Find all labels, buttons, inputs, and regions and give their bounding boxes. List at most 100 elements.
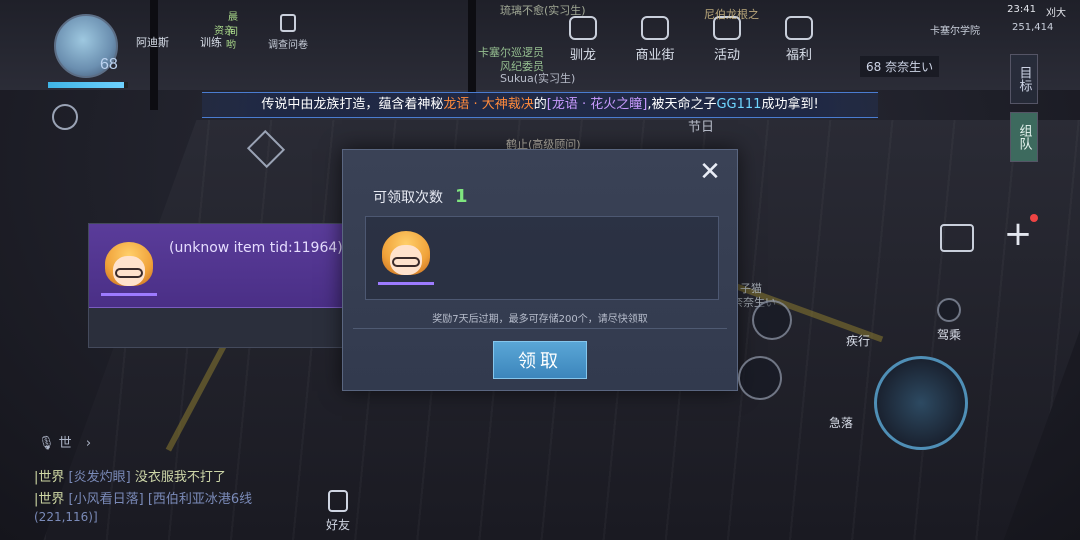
announcement-banner: 传说中由龙族打造，蕴含着神秘龙语 · 大神裁决的[龙语 · 花火之瞳],被天命之… xyxy=(202,92,878,118)
top-menu: 驯龙 商业街 活动 福利 xyxy=(560,16,822,63)
person-icon xyxy=(328,490,348,512)
steering-wheel-icon xyxy=(937,298,961,322)
banner-text-1: 传说中由龙族打造，蕴含着神秘 xyxy=(261,97,444,112)
banner-text-4: [龙语 · 花火之瞳] xyxy=(546,97,648,112)
item-tooltip: (unknow item tid:11964) xyxy=(88,223,366,348)
chat-user[interactable]: [小风看日落] xyxy=(69,492,144,507)
tooltip-item-slot xyxy=(101,240,157,296)
chat-channel: |世界 xyxy=(34,470,65,485)
jump-icon xyxy=(982,400,1012,430)
running-icon xyxy=(844,300,872,328)
toolbox-icon[interactable] xyxy=(940,224,974,252)
gift-icon xyxy=(785,16,813,40)
team-count: 68 xyxy=(866,60,882,74)
eye-icon[interactable] xyxy=(52,104,78,130)
jump-button[interactable] xyxy=(982,400,1012,434)
claim-count-value: 1 xyxy=(455,186,468,207)
drive-button[interactable]: 驾乘 xyxy=(926,298,972,343)
cart-icon xyxy=(641,16,669,40)
reward-items-box xyxy=(365,216,719,300)
banner-text-7: 成功拿到! xyxy=(761,97,819,112)
banner-text-2: 龙语 · 大神裁决 xyxy=(443,97,534,112)
lamp-post xyxy=(468,0,476,100)
chat-panel[interactable]: |世界 [炎发灼眼] 没衣服我不打了 |世界 [小风看日落] [西伯利亚冰港6线… xyxy=(34,466,252,532)
banner-text-3: 的 xyxy=(533,97,547,112)
tab-team[interactable]: 组队 xyxy=(1010,112,1038,162)
tab-target[interactable]: 目标 xyxy=(1010,54,1038,104)
skill-button-extra[interactable] xyxy=(914,466,944,500)
team-name: 奈奈生い xyxy=(885,60,934,74)
world-label: 琉璃不愈(实习生) xyxy=(500,4,586,17)
portrait-glasses xyxy=(392,257,420,267)
crossed-swords-icon xyxy=(738,356,782,400)
target-button[interactable] xyxy=(752,300,792,344)
item-portrait xyxy=(378,229,434,285)
dodge-label: 急落 xyxy=(828,416,853,430)
banner-text-6: GG111 xyxy=(716,97,762,112)
survey-button[interactable]: 调查问卷 xyxy=(268,14,308,51)
chat-coord[interactable]: (221,116)] xyxy=(34,510,252,532)
reward-dialog: ✕ 可领取次数 1 奖励7天后过期，最多可存储200个，请尽快领取 领取 xyxy=(342,149,738,391)
kick-icon xyxy=(914,466,944,496)
friends-label: 好友 xyxy=(326,518,351,532)
sprint-label: 疾行 xyxy=(845,334,870,348)
status-bar: 23:41 刈大 xyxy=(1007,4,1066,19)
dash-icon xyxy=(826,380,856,410)
voice-channel: 世 xyxy=(58,436,72,451)
location-coords: 251,414 xyxy=(1012,22,1054,33)
chat-message[interactable]: [西伯利亚冰港6线 xyxy=(148,492,252,507)
chat-user[interactable]: [炎发灼眼] xyxy=(69,470,131,485)
world-label: 尼伯龙根之 xyxy=(704,8,759,21)
portrait-glasses xyxy=(115,268,143,278)
close-icon[interactable]: ✕ xyxy=(697,159,723,186)
reward-item-slot[interactable] xyxy=(378,229,434,285)
dodge-button[interactable]: 急落 xyxy=(816,380,866,431)
player-avatar[interactable] xyxy=(48,10,128,90)
player-hp-fill xyxy=(48,82,124,88)
menu-label: 活动 xyxy=(713,48,740,63)
chat-line: |世界 [小风看日落] [西伯利亚冰港6线 xyxy=(34,488,252,510)
player-level: 68 xyxy=(100,56,118,73)
dragon-icon xyxy=(569,16,597,40)
player-hp-bar xyxy=(48,82,128,88)
menu-event[interactable]: 活动 xyxy=(704,16,750,63)
world-label: Sukua(实习生) xyxy=(500,72,576,85)
survey-label: 调查问卷 xyxy=(268,40,308,51)
status-time: 23:41 xyxy=(1007,4,1036,15)
drive-label: 驾乘 xyxy=(936,328,961,342)
tooltip-item-name: (unknow item tid:11964) xyxy=(169,240,343,256)
microphone-icon: 🎙 xyxy=(38,436,55,451)
chat-line: |世界 [炎发灼眼] 没衣服我不打了 xyxy=(34,466,252,488)
voice-chat-toggle[interactable]: 🎙 世 › xyxy=(38,432,91,451)
clipboard-icon xyxy=(280,14,296,32)
team-indicator[interactable]: 68 奈奈生い xyxy=(860,56,940,77)
menu-label: 驯龙 xyxy=(569,48,596,63)
world-label: 节日 xyxy=(688,120,715,135)
friends-button[interactable]: 好友 xyxy=(326,490,350,533)
target-icon xyxy=(752,300,792,340)
mini-chat-line: 哟 xyxy=(226,40,236,51)
location-name: 卡塞尔学院 xyxy=(930,26,980,37)
menu-shop[interactable]: 商业街 xyxy=(632,16,678,63)
sprint-button[interactable]: 疾行 xyxy=(836,300,880,349)
menu-dragon[interactable]: 驯龙 xyxy=(560,16,606,63)
notification-dot xyxy=(1030,214,1038,222)
chat-message: 没衣服我不打了 xyxy=(134,470,226,485)
menu-welfare[interactable]: 福利 xyxy=(776,16,822,63)
mini-button-adis[interactable]: 阿迪斯 xyxy=(136,34,169,50)
claim-button[interactable]: 领取 xyxy=(493,341,587,379)
expiry-note: 奖励7天后过期，最多可存储200个，请尽快领取 xyxy=(432,314,648,325)
main-attack-button[interactable] xyxy=(874,356,968,450)
sword-button[interactable] xyxy=(738,356,782,404)
rarity-bar xyxy=(101,293,157,296)
rarity-bar xyxy=(378,282,434,285)
chevron-right-icon: › xyxy=(85,436,92,451)
mini-button-train[interactable]: 训练 xyxy=(200,34,222,50)
dialog-divider xyxy=(353,328,727,329)
claim-count-label: 可领取次数 xyxy=(373,190,443,206)
chat-channel: |世界 xyxy=(34,492,65,507)
right-tabs: 目标 组队 xyxy=(1010,54,1038,170)
claim-count-row: 可领取次数 1 xyxy=(373,186,468,207)
tooltip-header: (unknow item tid:11964) xyxy=(89,224,365,308)
banner-text-5: ,被天命之子 xyxy=(647,97,717,112)
